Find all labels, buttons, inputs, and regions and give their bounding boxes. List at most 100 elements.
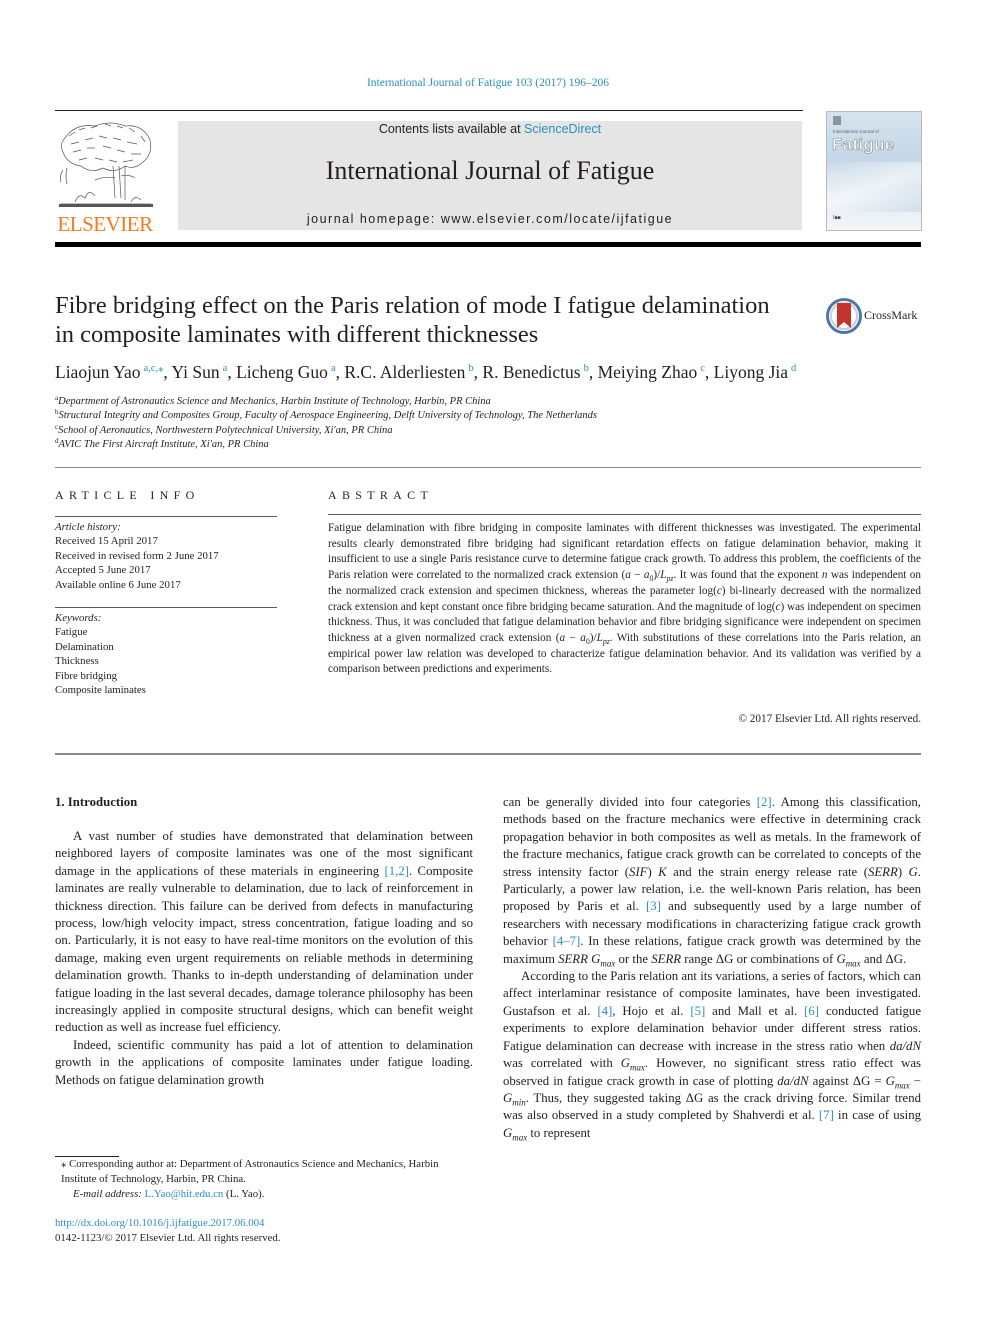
paragraph: Indeed, scientific community has paid a … — [55, 1037, 473, 1087]
citation-link[interactable]: [6] — [804, 1004, 819, 1018]
email-line: E-mail address: L.Yao@hit.edu.cn (L. Yao… — [55, 1187, 473, 1202]
abstract-copyright: © 2017 Elsevier Ltd. All rights reserved… — [738, 713, 922, 725]
keywords: Keywords: Fatigue Delamination Thickness… — [55, 611, 146, 697]
divider — [328, 514, 921, 515]
math-serr: SERR — [651, 951, 682, 966]
affiliation-text: Structural Integrity and Composites Grou… — [58, 410, 597, 422]
citation-link[interactable]: [5] — [690, 1004, 705, 1018]
text-segment: or the — [615, 951, 652, 966]
history-received: Received 15 April 2017 — [55, 535, 158, 548]
journal-name: International Journal of Fatigue — [325, 156, 655, 185]
crossmark-icon — [826, 298, 862, 334]
divider — [55, 753, 921, 755]
text-segment: range ΔG or combinations of — [681, 951, 837, 966]
author[interactable]: Liyong Jia — [714, 362, 788, 382]
author-affiliation-marker[interactable]: a,c,⁎ — [144, 363, 164, 374]
journal-cover-thumbnail[interactable]: International Journal of Fatigue ⁞■■ — [826, 111, 922, 231]
email-label: E-mail address: — [73, 1188, 145, 1200]
text-segment: and Mall et al. — [705, 1003, 805, 1018]
text-segment: ) — [647, 864, 659, 879]
article-title-line-1: Fibre bridging effect on the Paris relat… — [55, 292, 770, 319]
cover-mountain-image — [827, 162, 921, 212]
history-revised: Received in revised form 2 June 2017 — [55, 549, 219, 562]
citation-link[interactable]: [1,2] — [384, 864, 409, 878]
author-separator: , — [588, 362, 598, 382]
article-title: Fibre bridging effect on the Paris relat… — [55, 291, 815, 349]
header-thick-rule — [55, 242, 921, 247]
citation-link[interactable]: [4–7] — [553, 934, 581, 948]
divider — [55, 516, 277, 517]
author[interactable]: Meiying Zhao — [598, 362, 698, 382]
author[interactable]: R.C. Alderliesten — [344, 362, 465, 382]
footnote: ⁎ Corresponding author at: Department of… — [55, 1157, 473, 1202]
homepage-label: journal homepage: — [306, 212, 441, 226]
math-k: K — [658, 864, 667, 879]
affiliation-text: AVIC The First Aircraft Institute, Xi'an… — [58, 438, 269, 450]
math-dadn: da/dN — [777, 1073, 809, 1088]
paragraph: According to the Paris relation ant its … — [503, 969, 922, 1143]
contents-line: Contents lists available at ScienceDirec… — [178, 122, 802, 136]
doi-block: http://dx.doi.org/10.1016/j.ijfatigue.20… — [55, 1216, 281, 1246]
journal-citation-link[interactable]: International Journal of Fatigue 103 (20… — [0, 77, 976, 89]
math-serr: SERR — [867, 864, 898, 879]
keyword: Fatigue — [55, 626, 88, 639]
text-segment: , Hojo et al. — [612, 1003, 691, 1018]
keyword: Thickness — [55, 655, 99, 668]
article-history-label: Article history: — [55, 521, 121, 533]
affiliation-a: aDepartment of Astronautics Science and … — [55, 395, 597, 409]
section-heading-introduction: 1. Introduction — [55, 795, 138, 809]
author-separator: , — [704, 362, 714, 382]
author[interactable]: Licheng Guo — [236, 362, 328, 382]
citation-link[interactable]: [3] — [646, 899, 661, 913]
elsevier-tree-icon — [59, 122, 153, 207]
elsevier-wordmark: ELSEVIER — [57, 212, 153, 236]
author[interactable]: Liaojun Yao — [55, 362, 141, 382]
cover-title: Fatigue — [832, 135, 895, 155]
affiliation-text: Department of Astronautics Science and M… — [58, 396, 491, 407]
affiliation-b: bStructural Integrity and Composites Gro… — [55, 409, 597, 423]
doi-link[interactable]: http://dx.doi.org/10.1016/j.ijfatigue.20… — [55, 1217, 264, 1229]
text-segment: was correlated with — [503, 1056, 621, 1071]
text-segment: and ΔG. — [860, 951, 907, 966]
article-title-line-2: in composite laminates with different th… — [55, 321, 539, 348]
elsevier-logo[interactable]: ELSEVIER — [53, 118, 157, 236]
corresponding-author-note: ⁎ Corresponding author at: Department of… — [61, 1158, 439, 1185]
cover-subtitle: International Journal of — [833, 129, 879, 134]
history-online: Available online 6 June 2017 — [55, 578, 181, 591]
divider — [55, 467, 921, 468]
math-dadn: da/dN — [889, 1038, 921, 1053]
citation-link[interactable]: [2] — [757, 795, 772, 809]
author-list: Liaojun Yao a,c,⁎, Yi Sun a, Licheng Guo a,… — [55, 362, 796, 383]
keywords-label: Keywords: — [55, 612, 102, 624]
text-segment: can be generally divided into four categ… — [503, 795, 757, 809]
history-accepted: Accepted 5 June 2017 — [55, 564, 151, 577]
author[interactable]: Yi Sun — [172, 362, 220, 382]
citation-link[interactable]: [7] — [819, 1108, 834, 1122]
crossmark-label: CrossMark — [864, 308, 918, 322]
article-history: Article history: Received 15 April 2017 … — [55, 520, 219, 592]
author[interactable]: R. Benedictus — [482, 362, 580, 382]
citation-link[interactable]: [4] — [597, 1004, 612, 1018]
abstract-segment: . It was found that the exponent — [673, 569, 822, 582]
journal-masthead: Contents lists available at ScienceDirec… — [178, 121, 802, 230]
math-serr: SERR — [558, 951, 588, 966]
contents-prefix: Contents lists available at — [378, 122, 525, 136]
homepage-url-link[interactable]: www.elsevier.com/locate/ijfatigue — [441, 212, 673, 226]
math-g: G — [908, 864, 918, 879]
author-affiliation-marker[interactable]: d — [791, 363, 796, 374]
affiliation-text: School of Aeronautics, Northwestern Poly… — [58, 424, 393, 436]
paragraph: A vast number of studies have demonstrat… — [55, 828, 473, 1037]
text-segment: . Composite laminates are really vulnera… — [55, 863, 474, 1035]
math-sif: SIF — [628, 864, 648, 879]
header-rule — [55, 110, 803, 111]
email-link[interactable]: L.Yao@hit.edu.cn — [145, 1188, 224, 1200]
body-left-column: A vast number of studies have demonstrat… — [55, 828, 473, 1089]
text-segment: ) — [897, 864, 909, 879]
sciencedirect-link[interactable]: ScienceDirect — [524, 122, 601, 136]
journal-homepage: journal homepage: www.elsevier.com/locat… — [178, 212, 802, 226]
divider — [55, 607, 277, 608]
crossmark-button[interactable]: CrossMark — [826, 297, 926, 335]
abstract-heading: ABSTRACT — [328, 488, 434, 502]
issn-line: 0142-1123/© 2017 Elsevier Ltd. All right… — [55, 1232, 281, 1244]
author-separator: , — [163, 362, 172, 382]
